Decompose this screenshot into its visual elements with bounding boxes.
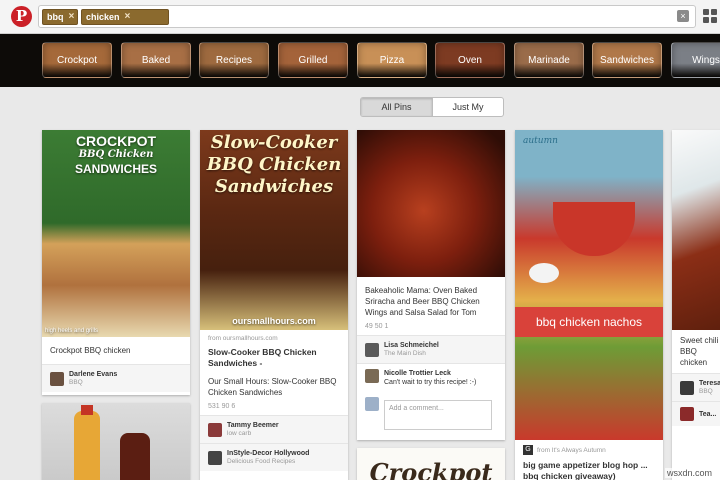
category-sandwiches[interactable]: Sandwiches [592,42,662,78]
avatar[interactable] [208,422,222,437]
category-baked[interactable]: Baked [121,42,191,78]
pin-image-credit: high heels and grills [45,328,99,334]
board-name[interactable]: Delicious Food Recipes [227,458,309,466]
category-marinade[interactable]: Marinade [514,42,584,78]
pin-attribution[interactable]: Lisa Schmeichel The Main Dish [357,335,505,363]
tab-just-my-pins[interactable]: Just My Pins [432,98,503,116]
category-crockpot[interactable]: Crockpot [42,42,112,78]
pinner-name[interactable]: Darlene Evans [69,370,117,379]
pin-attribution[interactable]: Tea... [672,401,720,426]
pin-image[interactable]: autumn bbq chicken nachos [515,130,663,440]
avatar [365,397,379,411]
bottle-image [74,405,100,480]
pin-description: Our Small Hours: Slow-Cooker BBQ Chicken… [208,377,337,397]
board-name[interactable]: BBQ [699,388,720,396]
pin-image-caption: autumn [523,136,558,146]
token-remove-icon[interactable]: × [125,10,131,24]
category-strip: Crockpot Baked Recipes Grilled Pizza Ove… [0,34,720,87]
pin-filter-tabs: All Pins Just My Pins [360,97,504,117]
avatar[interactable] [680,407,694,421]
pin-image-caption: Slow-Cooker BBQ Chicken Sandwiches [206,132,342,197]
sour-cream-image [529,263,559,283]
pinner-name[interactable]: Tammy Beemer [227,421,279,430]
avatar[interactable] [50,371,64,386]
category-recipes[interactable]: Recipes [199,42,269,78]
pin-description: Bakeaholic Mama: Oven Baked Sriracha and… [365,286,480,317]
pin-description: Sweet chili BBQ chicken [680,336,719,367]
pin-source[interactable]: from oursmallhours.com [200,330,348,342]
pinner-name[interactable]: Lisa Schmeichel [384,341,439,350]
pin-card[interactable] [42,403,190,480]
pin-image-caption: SANDWICHES [74,162,157,176]
tab-all-pins[interactable]: All Pins [361,98,432,116]
pinterest-logo-icon[interactable]: P [11,6,32,27]
pin-card[interactable]: autumn bbq chicken nachos G from It's Al… [515,130,663,480]
pinner-name[interactable]: Teresa [699,379,720,388]
pin-image[interactable] [672,130,720,330]
pin-attribution[interactable]: InStyle-Decor Hollywood Delicious Food R… [200,443,348,471]
pin-stats: 531 90 6 [208,403,236,410]
pin-description: Crockpot BBQ chicken [50,346,131,355]
pin-stats: 49 50 1 [365,323,389,330]
pin-source[interactable]: G from It's Always Autumn [515,440,663,455]
avatar[interactable] [365,342,379,357]
pin-image-caption: bbq chicken nachos [515,307,663,337]
pin-card[interactable]: Sweet chili BBQ chicken Teresa BBQ Tea..… [672,130,720,480]
top-bar: P bbq × chicken × × [0,0,720,34]
token-label: bbq [47,12,64,22]
category-grilled[interactable]: Grilled [278,42,348,78]
pin-image-caption: CROCKPOT [75,133,157,149]
grid-menu-icon[interactable] [703,9,717,23]
avatar[interactable] [680,380,694,395]
pin-image-caption: Crockpot [369,458,493,480]
category-pizza[interactable]: Pizza [357,42,427,78]
pin-image-caption: oursmallhours.com [232,316,316,326]
pin-image[interactable] [357,130,505,277]
category-wings[interactable]: Wings [671,42,720,78]
pin-source-text[interactable]: from It's Always Autumn [537,447,606,454]
token-remove-icon[interactable]: × [69,10,75,24]
comment-text: Can't wait to try this recipe! :-) [384,379,477,386]
board-name[interactable]: low carb [227,430,279,438]
bowl-image [553,202,635,256]
pin-image-caption: BBQ Chicken [78,149,154,160]
bottle-image [120,433,150,480]
pin-card[interactable]: CROCKPOT BBQ Chicken SANDWICHES high hee… [42,130,190,395]
avatar[interactable] [208,450,222,465]
search-input[interactable]: bbq × chicken × [38,5,696,28]
category-oven[interactable]: Oven [435,42,505,78]
pinner-name[interactable]: Tea... [699,410,716,419]
avatar[interactable] [365,369,379,383]
search-token-bbq[interactable]: bbq × [42,9,78,25]
pin-attribution[interactable]: Teresa BBQ [672,373,720,401]
pin-image[interactable] [42,403,190,480]
commenter-name[interactable]: Nicolle Trottier Leck [384,369,476,378]
watermark: wsxdn.com [664,468,714,478]
pin-card[interactable]: Slow-Cooker BBQ Chicken Sandwiches oursm… [200,130,348,480]
token-label: chicken [86,12,120,22]
pin-image[interactable]: CROCKPOT BBQ Chicken SANDWICHES high hee… [42,130,190,337]
pinner-name[interactable]: InStyle-Decor Hollywood [227,449,309,458]
board-name[interactable]: BBQ [69,379,117,387]
search-token-chicken[interactable]: chicken × [81,9,169,25]
pin-attribution[interactable]: Darlene Evans BBQ [42,364,190,392]
pin-title[interactable]: Slow-Cooker BBQ Chicken Sandwiches - [200,342,348,371]
board-name[interactable]: The Main Dish [384,350,439,358]
clear-search-icon[interactable]: × [677,10,689,22]
comment-composer: Add a comment... [357,392,505,435]
pin-title[interactable]: big game appetizer blog hop ... bbq chic… [515,455,663,480]
google-icon: G [523,445,533,455]
pin-comment: Nicolle Trottier Leck Can't wait to try … [357,363,505,392]
pin-image[interactable]: Slow-Cooker BBQ Chicken Sandwiches oursm… [200,130,348,330]
pin-card[interactable]: Crockpot [357,448,505,480]
pin-attribution[interactable]: Tammy Beemer low carb [200,415,348,443]
pin-image[interactable]: Crockpot [357,448,505,480]
pin-card[interactable]: Bakeaholic Mama: Oven Baked Sriracha and… [357,130,505,440]
comment-input[interactable]: Add a comment... [384,400,492,430]
